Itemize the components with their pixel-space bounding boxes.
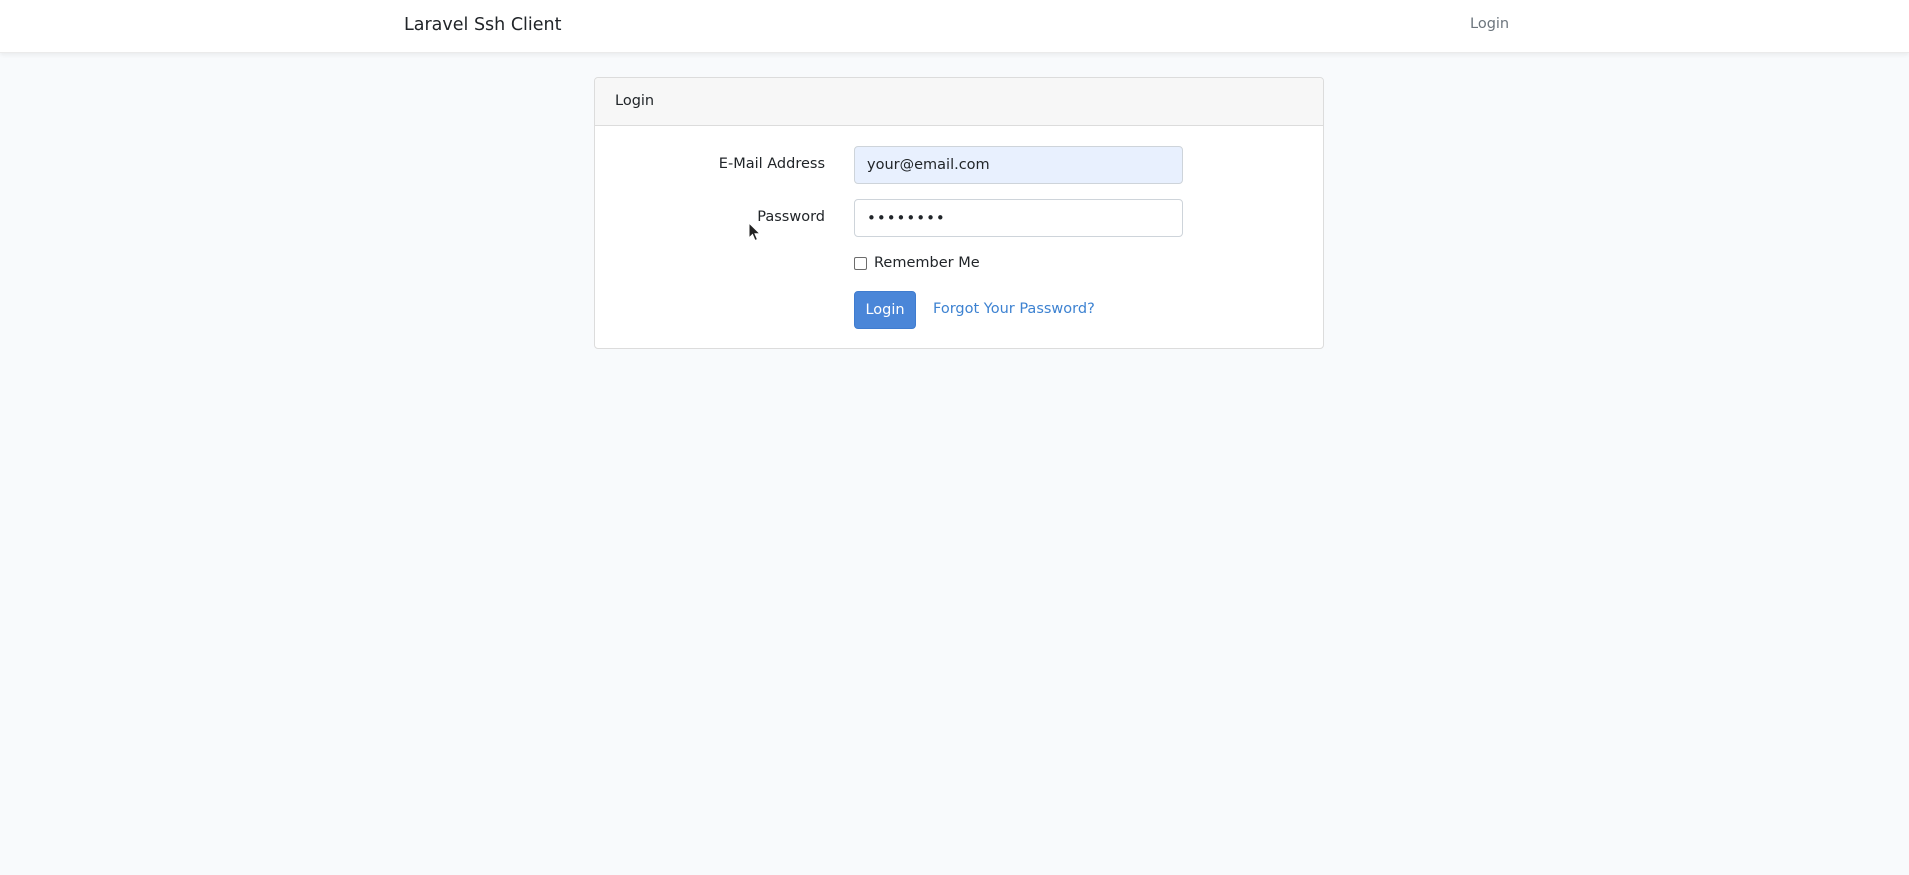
remember-me-label[interactable]: Remember Me xyxy=(874,255,980,271)
remember-me-checkbox[interactable] xyxy=(854,256,867,270)
password-field[interactable] xyxy=(854,199,1183,237)
brand-link[interactable]: Laravel Ssh Client xyxy=(404,15,561,35)
top-navbar: Laravel Ssh Client Login xyxy=(0,0,1909,53)
email-label: E-Mail Address xyxy=(718,156,825,172)
email-field[interactable] xyxy=(854,146,1183,184)
forgot-password-link[interactable]: Forgot Your Password? xyxy=(933,301,1095,317)
remember-me-row: Remember Me xyxy=(854,255,980,271)
mouse-pointer-icon xyxy=(748,222,762,242)
login-card: Login E-Mail Address Password Remember M… xyxy=(594,77,1324,349)
password-label: Password xyxy=(757,209,825,225)
nav-login-link[interactable]: Login xyxy=(1470,16,1509,32)
login-button[interactable]: Login xyxy=(854,291,916,329)
card-header: Login xyxy=(595,78,1323,126)
card-title: Login xyxy=(615,93,655,109)
